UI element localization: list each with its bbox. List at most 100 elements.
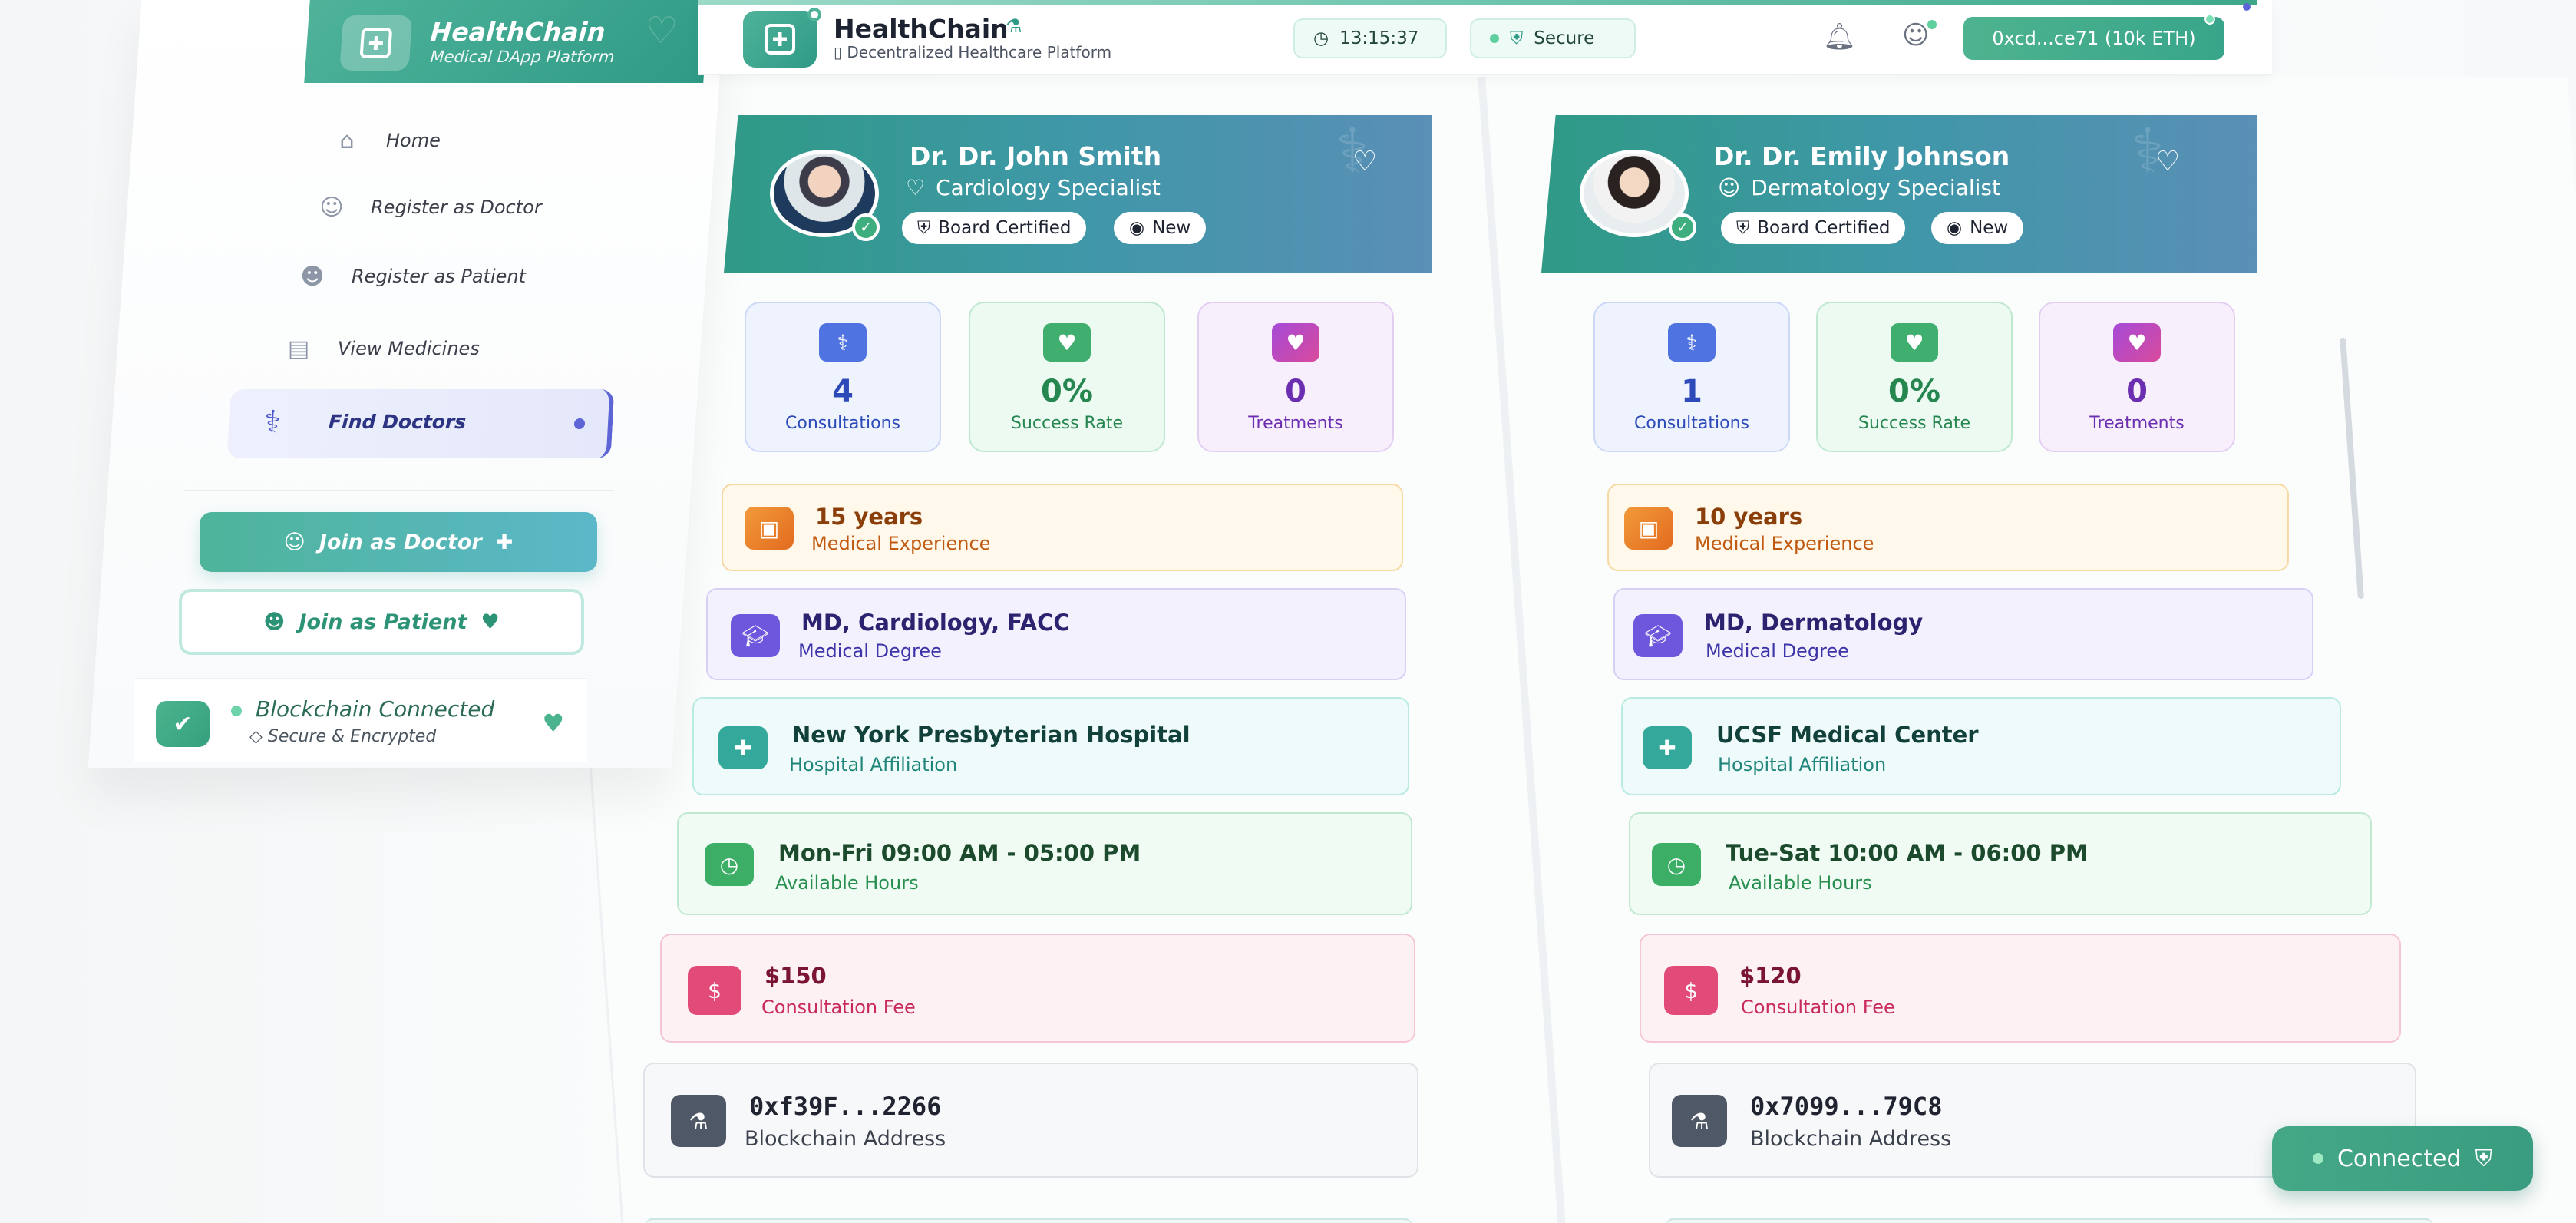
medical-cross-icon: [743, 8, 821, 68]
sidebar-item-label: View Medicines: [338, 338, 480, 359]
info-experience: ▣ 15 years Medical Experience: [722, 484, 1403, 571]
sidebar-item-label: Register as Doctor: [371, 197, 542, 218]
user-icon[interactable]: ☺: [1902, 20, 1937, 51]
security-label: Secure: [1534, 28, 1595, 48]
top-header: HealthChain ⚗ ▯ Decentralized Healthcare…: [698, 0, 2272, 75]
wallet-button[interactable]: 0xcd...ce71 (10k ETH): [1963, 14, 2224, 60]
status-dot: [2312, 1153, 2323, 1164]
heart-pulse-icon: ♥: [1043, 323, 1091, 362]
shield-icon: ⛨: [1736, 218, 1750, 238]
favorite-heart-icon[interactable]: ♡: [1352, 146, 1377, 177]
users-icon: ☻: [263, 610, 286, 634]
stat-treatments: ♥ 0 Treatments: [1197, 302, 1394, 452]
status-dot: [1490, 34, 1499, 43]
sidebar-item-register-doctor[interactable]: ☺ Register as Doctor: [319, 193, 542, 221]
user-doctor-icon: ☺: [1718, 175, 1741, 200]
hospital-icon: ✚: [1643, 726, 1692, 769]
status-dot: [2243, 3, 2251, 11]
chain-status-sub: ◇ Secure & Encrypted: [249, 727, 437, 746]
heartbeat-icon: ♡: [642, 9, 679, 52]
shield-check-icon: ⛨: [2475, 1145, 2493, 1172]
info-degree: 🎓︎ MD, Dermatology Medical Degree: [1613, 588, 2313, 680]
next-card-edge: [1666, 1218, 2433, 1223]
chain-status-label: Blockchain Connected: [256, 696, 495, 722]
current-time: 13:15:37: [1339, 28, 1419, 48]
stethoscope-icon: ⚕: [263, 405, 282, 440]
info-address[interactable]: ⚗ 0xf39F...2266 Blockchain Address: [643, 1063, 1418, 1178]
brand-name: HealthChain: [429, 17, 606, 47]
briefcase-icon: ▣: [745, 507, 794, 550]
verified-icon: ✓: [1669, 213, 1696, 241]
stat-success-rate: ♥ 0% Success Rate: [1816, 302, 2013, 452]
medical-cross-icon: [339, 15, 413, 71]
heartbeat-icon: ♥: [542, 709, 564, 738]
pill-bottle-icon: ▤: [287, 335, 310, 362]
security-pill: ⛨ Secure: [1470, 18, 1636, 58]
heart-pulse-icon: ♡: [906, 175, 926, 200]
graduation-cap-icon: 🎓︎: [731, 614, 780, 657]
join-doctor-button[interactable]: ☺ Join as Doctor ✚: [200, 512, 597, 572]
sidebar-divider: [183, 490, 615, 491]
clock-pill: ◷ 13:15:37: [1293, 18, 1447, 58]
status-badge: ◉ New: [1931, 212, 2024, 244]
hospital-icon: ✚: [718, 726, 768, 769]
shield-icon: ⛨: [1510, 28, 1524, 48]
blockchain-status: ✔ Blockchain Connected ◇ Secure & Encryp…: [134, 678, 587, 762]
doctor-specialty: ☺ Dermatology Specialist: [1718, 175, 2000, 200]
users-icon: ☻: [300, 263, 325, 290]
info-hospital: ✚ New York Presbyterian Hospital Hospita…: [692, 697, 1409, 795]
sidebar-item-find-doctors[interactable]: ⚕ Find Doctors: [226, 389, 615, 458]
status-badge: ◉ New: [1114, 212, 1207, 244]
next-card-edge: [645, 1218, 1412, 1223]
dollar-icon: $: [688, 966, 741, 1015]
heartbeat-icon: ♥: [481, 610, 500, 634]
stat-success-rate: ♥ 0% Success Rate: [969, 302, 1165, 452]
microscope-icon: ⚗: [1006, 15, 1022, 37]
brand-logo-block[interactable]: HealthChain Medical DApp Platform ♡: [304, 0, 709, 83]
new-dot-icon: ◉: [1947, 218, 1963, 238]
stat-consultations: ⚕ 1 Consultations: [1593, 302, 1790, 452]
favorite-heart-icon[interactable]: ♡: [2155, 146, 2180, 177]
sidebar-item-register-patient[interactable]: ☻ Register as Patient: [299, 263, 526, 290]
doctor-specialty: ♡ Cardiology Specialist: [906, 175, 1161, 200]
app-page: HealthChain Medical DApp Platform ♡ ⌂ Ho…: [0, 0, 2576, 1223]
info-experience: ▣ 10 years Medical Experience: [1607, 484, 2289, 571]
header-title: HealthChain: [834, 14, 1009, 44]
bell-icon[interactable]: 🔔︎: [1823, 21, 1856, 52]
clock-icon: ◷: [705, 843, 754, 886]
dollar-icon: $: [1664, 966, 1718, 1015]
briefcase-icon: ▣: [1624, 507, 1673, 550]
shield-check-icon: ✔: [156, 701, 210, 747]
status-badge: ⛨ Board Certified: [902, 212, 1087, 244]
clock-icon: ◷: [1652, 843, 1701, 886]
info-degree: 🎓︎ MD, Cardiology, FACC Medical Degree: [706, 588, 1406, 680]
brand-subtitle: Medical DApp Platform: [429, 48, 616, 66]
shield-icon: ⛨: [917, 218, 931, 238]
heart-pulse-icon: ♥: [1891, 323, 1938, 362]
new-dot-icon: ◉: [1129, 218, 1145, 238]
join-patient-button[interactable]: ☻ Join as Patient ♥: [179, 589, 584, 655]
stat-treatments: ♥ 0 Treatments: [2039, 302, 2235, 452]
connection-status-button[interactable]: Connected ⛨: [2272, 1126, 2533, 1191]
home-icon: ⌂: [339, 127, 355, 154]
clock-icon: ◷: [1313, 28, 1329, 48]
doctor-name: Dr. Dr. Emily Johnson: [1713, 141, 2010, 171]
user-doctor-icon: ☺: [319, 193, 344, 221]
info-hospital: ✚ UCSF Medical Center Hospital Affiliati…: [1621, 697, 2341, 795]
graduation-cap-icon: 🎓︎: [1633, 614, 1683, 657]
microscope-icon: ⚗: [671, 1095, 726, 1147]
info-hours: ◷ Mon-Fri 09:00 AM - 05:00 PM Available …: [677, 812, 1412, 915]
header-accent-bar: [698, 0, 2257, 5]
verified-icon: ✓: [852, 213, 880, 241]
header-subtitle: ▯ Decentralized Healthcare Platform: [834, 43, 1112, 61]
microscope-icon: ⚗: [1672, 1095, 1727, 1147]
sidebar-item-label: Find Doctors: [328, 411, 467, 433]
doctor-name: Dr. Dr. John Smith: [910, 141, 1162, 171]
medical-bag-icon: ✚: [495, 530, 514, 554]
sidebar-item-home[interactable]: ⌂ Home: [334, 127, 441, 154]
info-hours: ◷ Tue-Sat 10:00 AM - 06:00 PM Available …: [1629, 812, 2372, 915]
info-fee: $ $150 Consultation Fee: [660, 934, 1415, 1043]
active-indicator: [573, 418, 586, 429]
sidebar-item-label: Home: [386, 130, 441, 151]
sidebar-item-medicines[interactable]: ▤ View Medicines: [286, 335, 480, 362]
